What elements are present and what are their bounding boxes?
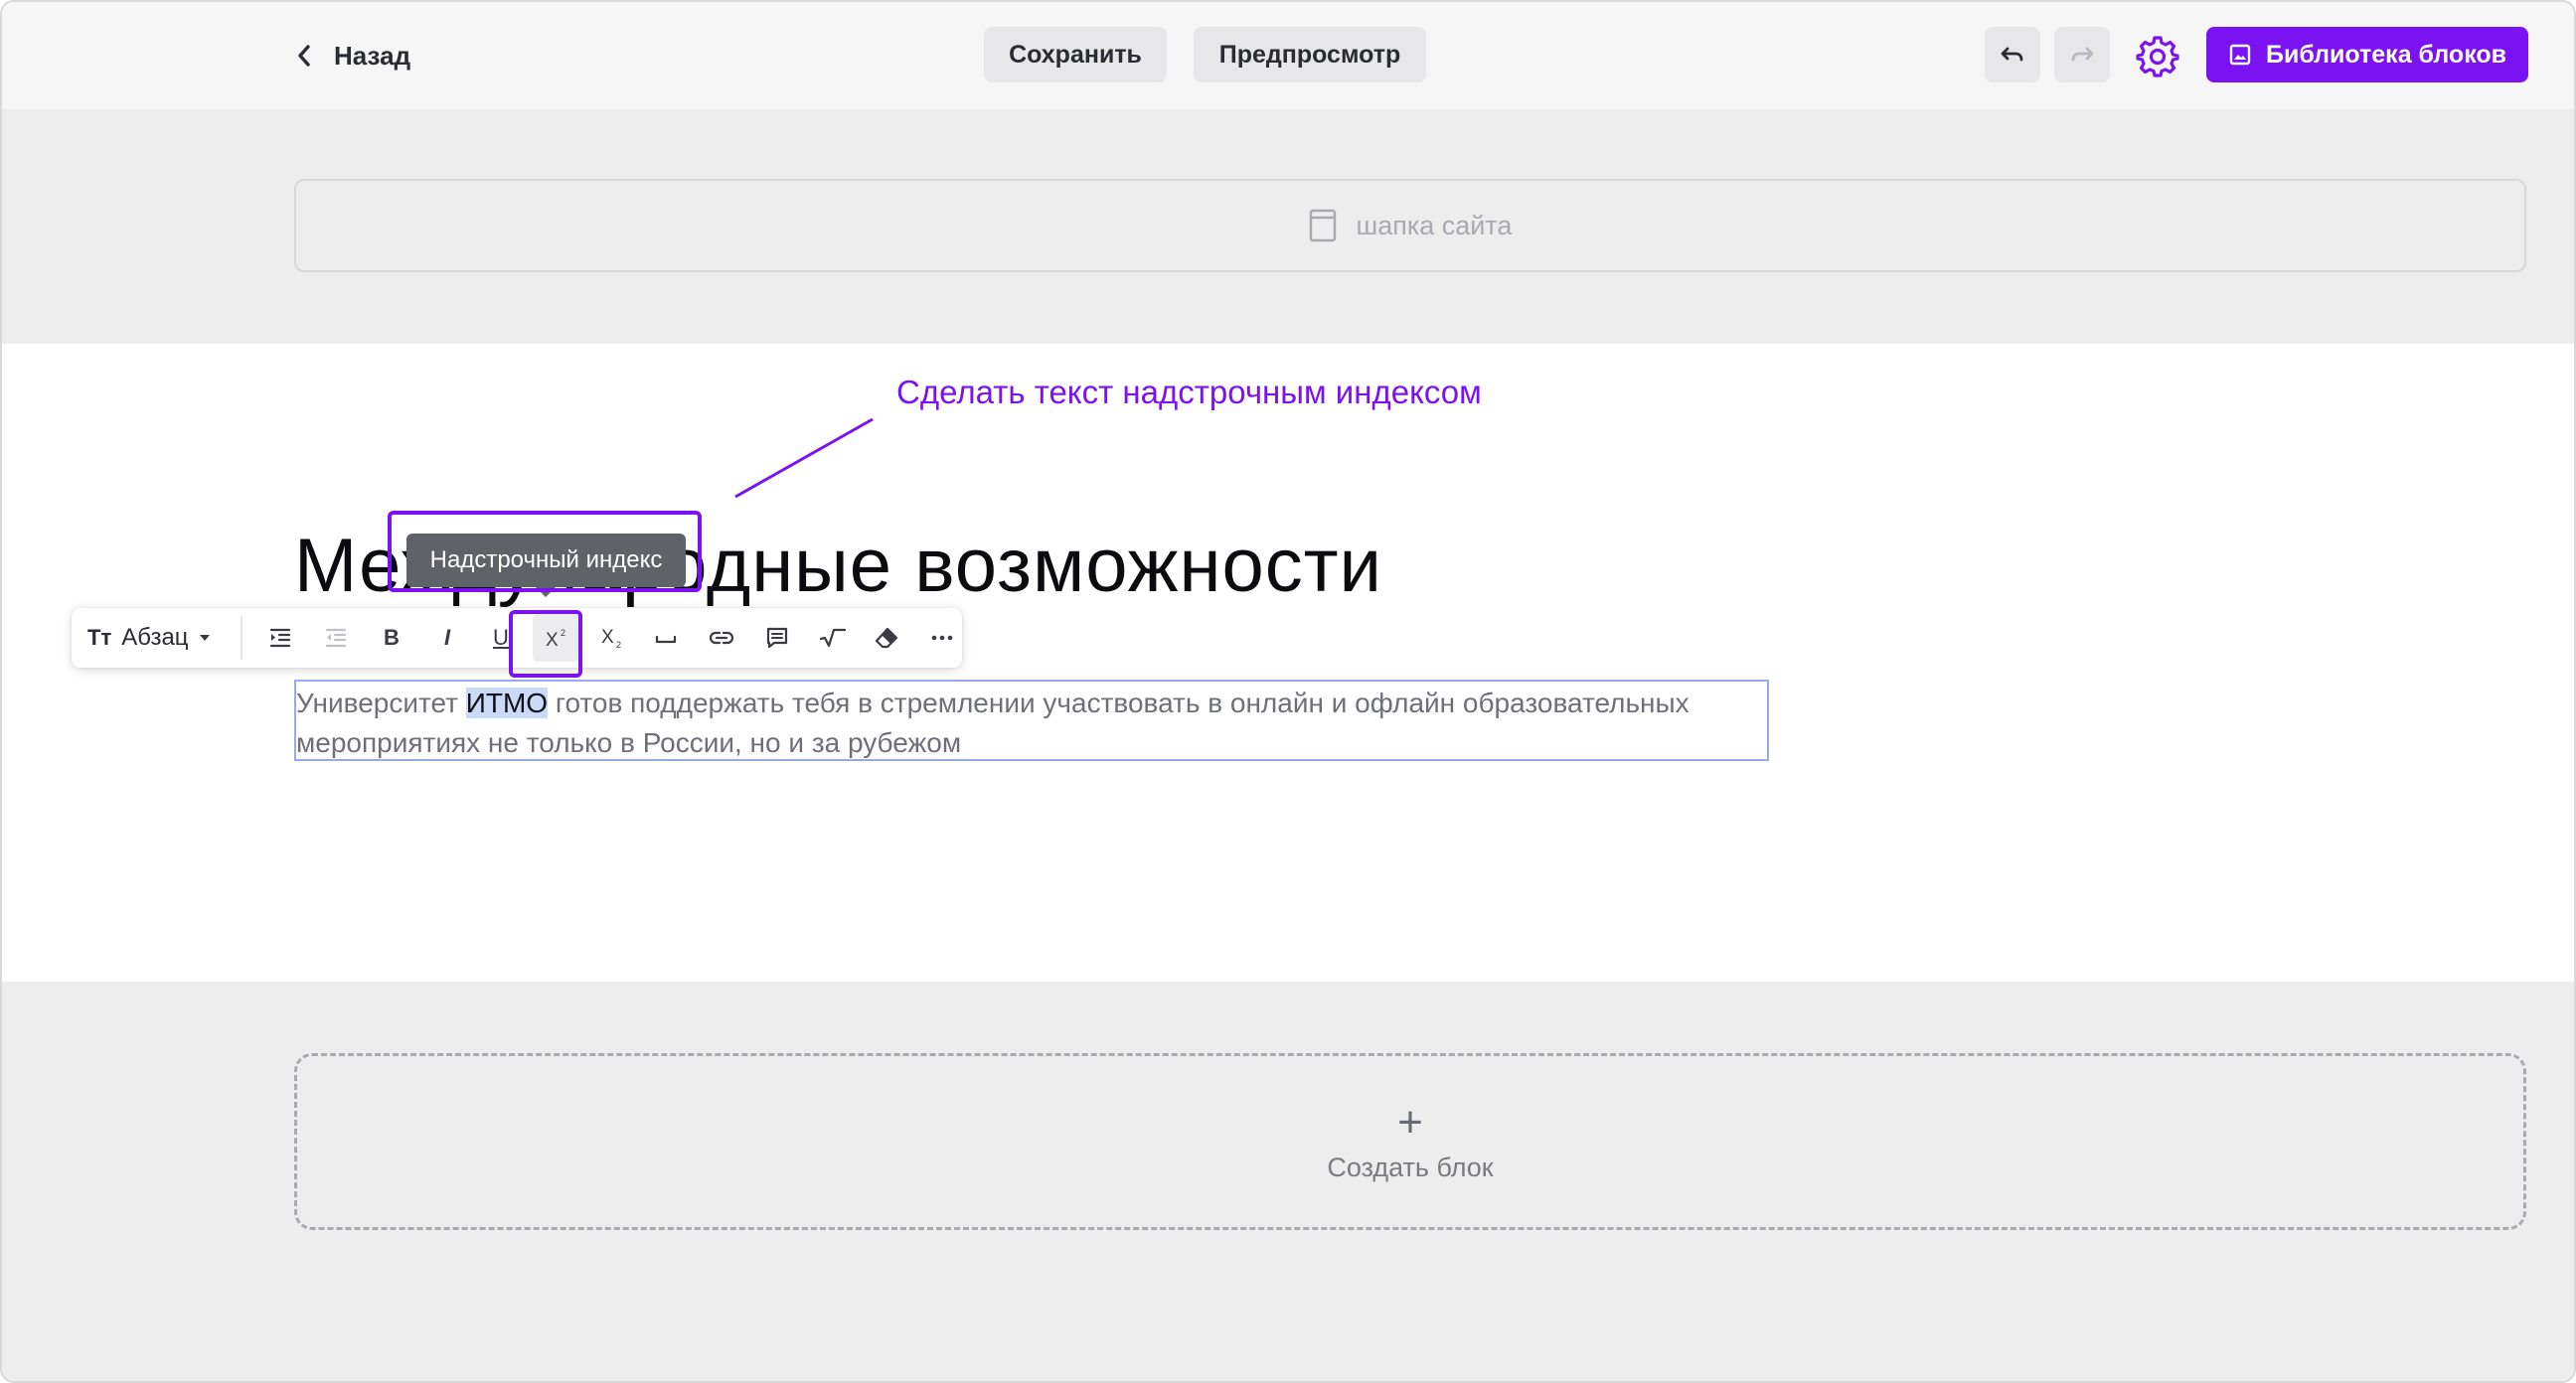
comment-icon	[766, 627, 788, 649]
subscript-icon: X 2	[601, 627, 621, 650]
header-zone: шапка сайта	[2, 109, 2574, 344]
comment-button[interactable]	[753, 614, 801, 662]
subscript-button[interactable]: X 2	[588, 614, 636, 662]
toolbar-divider	[241, 616, 242, 660]
bold-icon: B	[384, 625, 400, 650]
more-icon	[931, 635, 953, 641]
eraser-icon	[875, 627, 898, 649]
italic-icon: I	[443, 625, 451, 650]
formula-icon	[819, 628, 847, 648]
paragraph-text-before: Университет	[296, 688, 466, 718]
link-button[interactable]	[698, 614, 745, 662]
svg-text:2: 2	[616, 640, 621, 650]
chevron-left-icon	[298, 45, 310, 67]
svg-text:X: X	[601, 627, 614, 648]
annotation-callout: Сделать текст надстрочным индексом	[896, 374, 1482, 410]
bold-button[interactable]: B	[368, 614, 415, 662]
indent-button[interactable]	[256, 614, 304, 662]
indent-icon	[269, 628, 291, 648]
editor-window: Назад Сохранить Предпросмотр Библиотека …	[0, 0, 2576, 1383]
svg-text:X: X	[546, 630, 559, 650]
paragraph-text-block[interactable]: Университет ИТМО готов поддержать тебя в…	[294, 680, 1769, 761]
content-zone: Сделать текст надстрочным индексом Между…	[2, 344, 2574, 982]
nbsp-icon	[655, 635, 677, 644]
nbsp-button[interactable]	[642, 614, 690, 662]
link-icon	[709, 631, 734, 645]
italic-button[interactable]: I	[423, 614, 471, 662]
underline-button[interactable]: U	[477, 614, 525, 662]
paragraph-style-dropdown[interactable]: Tт Абзац	[80, 614, 237, 662]
undo-icon	[2001, 47, 2023, 62]
preview-button[interactable]: Предпросмотр	[1194, 27, 1426, 82]
outdent-button[interactable]	[312, 614, 360, 662]
clear-format-button[interactable]	[863, 614, 910, 662]
create-block-label: Создать блок	[1327, 1152, 1494, 1182]
back-label: Назад	[334, 40, 411, 71]
create-block-button[interactable]: + Создать блок	[294, 1053, 2526, 1230]
page-icon	[1309, 209, 1336, 242]
formula-button[interactable]	[809, 614, 857, 662]
superscript-icon: X 2	[546, 628, 565, 650]
gear-icon[interactable]	[2136, 34, 2179, 77]
redo-button[interactable]	[2054, 27, 2110, 82]
superscript-button[interactable]: X 2	[533, 614, 580, 662]
undo-button[interactable]	[1985, 27, 2040, 82]
more-button[interactable]	[918, 614, 966, 662]
site-header-placeholder[interactable]: шапка сайта	[294, 179, 2526, 272]
block-library-button[interactable]: Библиотека блоков	[2206, 27, 2528, 82]
outdent-icon	[325, 628, 347, 648]
block-library-label: Библиотека блоков	[2265, 40, 2507, 69]
top-bar: Назад Сохранить Предпросмотр Библиотека …	[2, 2, 2574, 109]
svg-text:2: 2	[561, 628, 565, 638]
plus-icon: +	[1397, 1097, 1423, 1147]
site-header-label: шапка сайта	[1356, 210, 1513, 240]
formatting-toolbar: Tт Абзац B I U X 2 X 2	[72, 608, 962, 668]
superscript-tooltip: Надстрочный индекс	[406, 534, 686, 597]
paragraph-style-label: Абзац	[121, 624, 189, 651]
back-button[interactable]: Назад	[296, 32, 410, 79]
selected-text: ИТМО	[465, 688, 549, 718]
save-button[interactable]: Сохранить	[984, 27, 1167, 82]
footer-zone: + Создать блок	[2, 982, 2574, 1381]
redo-icon	[2071, 47, 2094, 62]
text-style-icon: Tт	[87, 625, 112, 650]
caret-down-icon	[199, 635, 210, 641]
underline-icon: U	[493, 625, 509, 650]
image-icon	[2229, 44, 2251, 66]
